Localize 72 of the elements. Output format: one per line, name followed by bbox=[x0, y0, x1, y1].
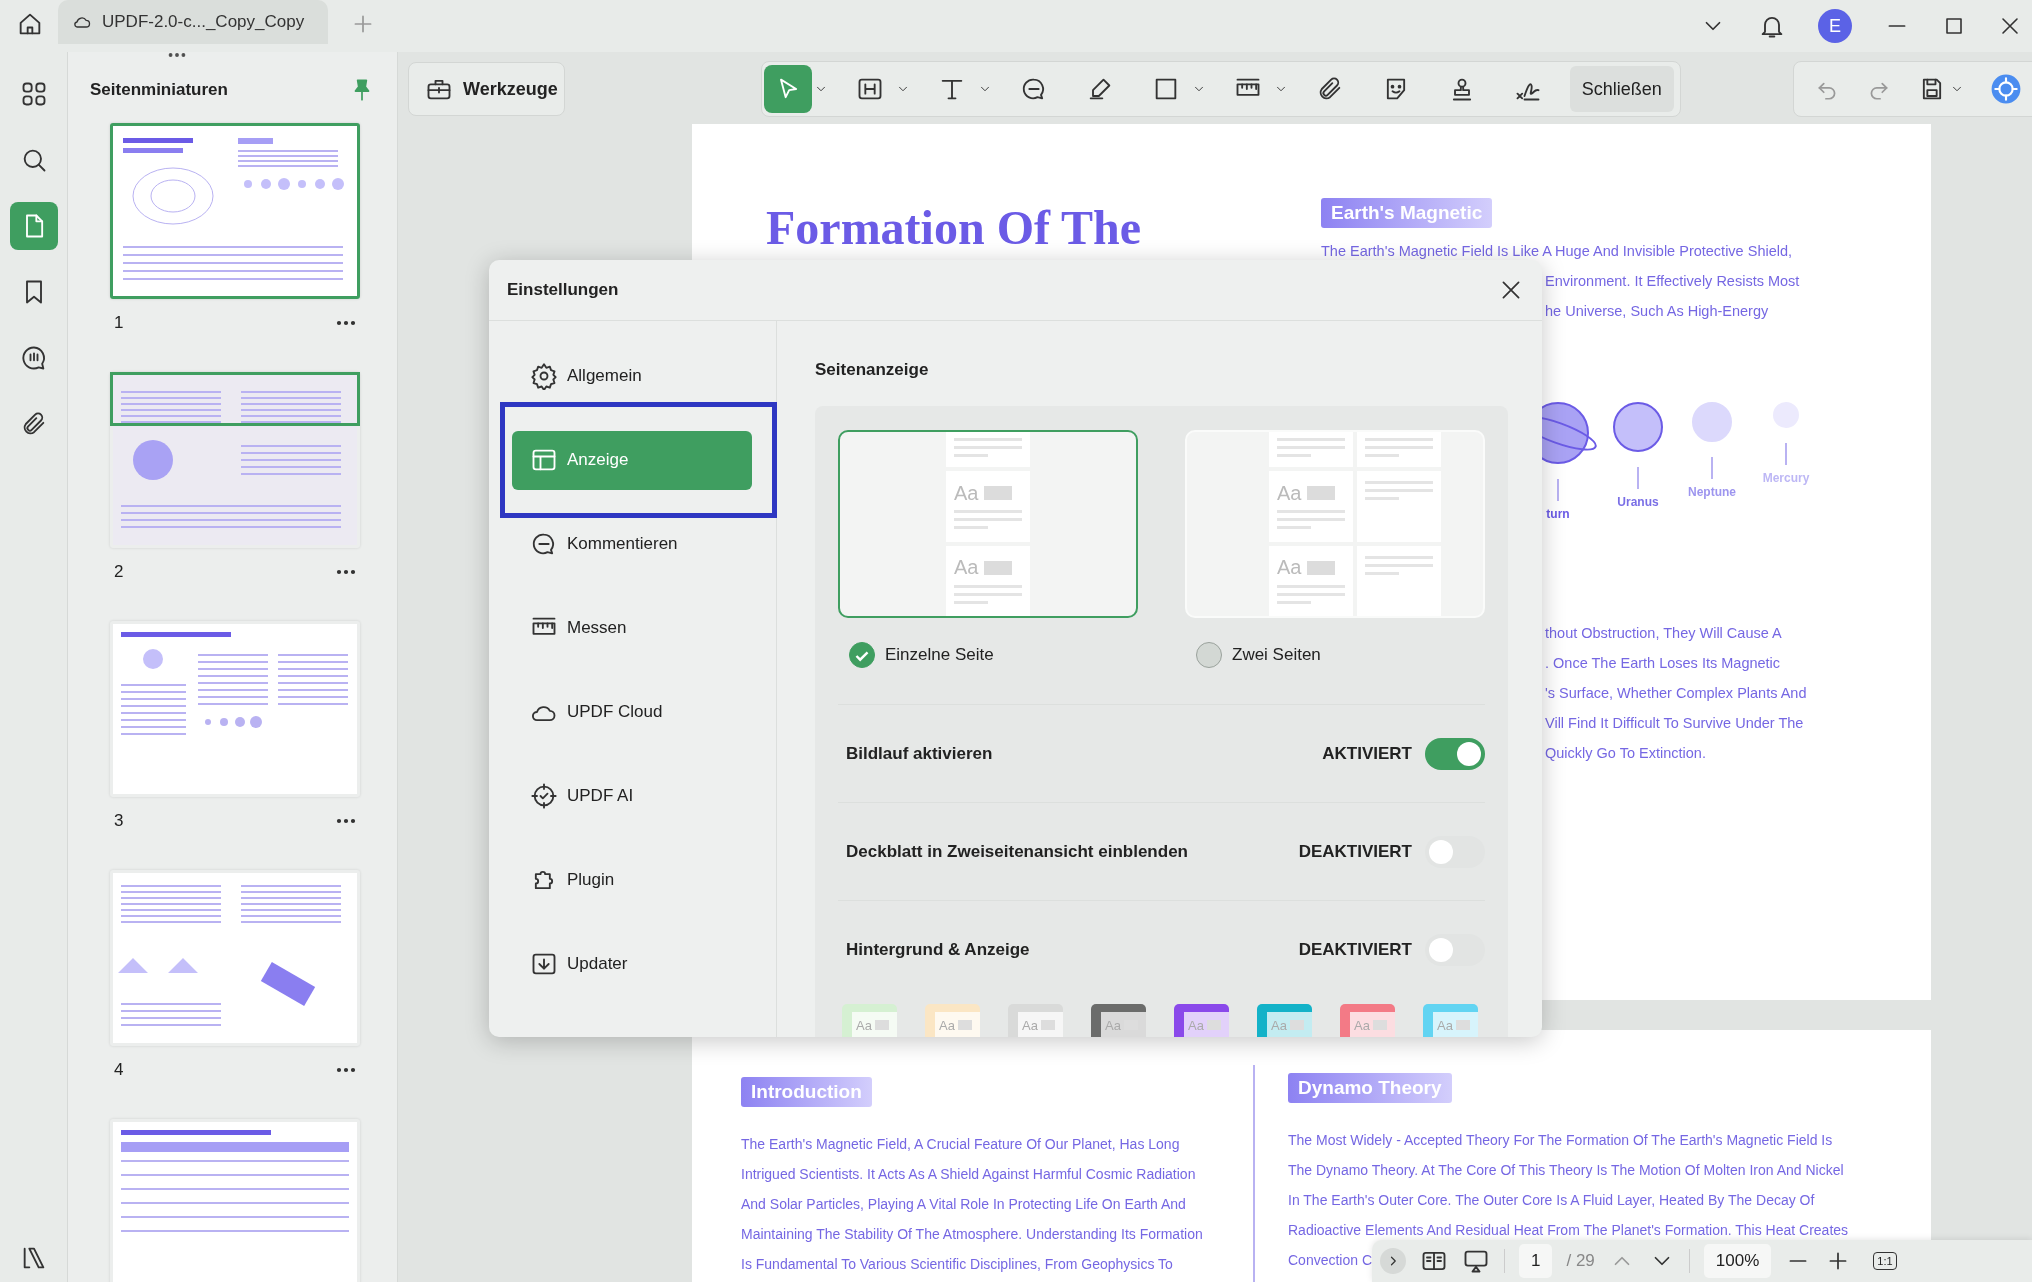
viewport-frame[interactable] bbox=[110, 372, 360, 426]
paragraph-line: In The Earth's Outer Core. The Outer Core Is A Fluid Layer, Heated By The Decay Of bbox=[1288, 1191, 1815, 1210]
page-count: / 29 bbox=[1566, 1251, 1595, 1271]
zoom-field[interactable]: 100% bbox=[1703, 1244, 1772, 1278]
page-thumbnail[interactable] bbox=[113, 126, 357, 296]
page-thumbnail[interactable] bbox=[113, 375, 357, 545]
actual-size-button[interactable]: 1:1 bbox=[1873, 1252, 1897, 1270]
user-avatar[interactable]: E bbox=[1818, 9, 1852, 43]
radio-button[interactable] bbox=[1196, 642, 1222, 668]
planet-label: Neptune bbox=[1688, 485, 1736, 499]
toggle-switch[interactable] bbox=[1425, 835, 1485, 868]
document-title: Formation Of The bbox=[766, 200, 1143, 255]
nav-item[interactable]: Messen bbox=[512, 598, 752, 658]
page-number: 2 bbox=[114, 562, 124, 582]
paragraph-line: Is Fundamental To Various Scientific Disciplines, From Geophysics To bbox=[741, 1255, 1173, 1274]
page-number: 4 bbox=[114, 1060, 124, 1080]
section-title: Seitenanzeige bbox=[815, 359, 930, 381]
paragraph-line: The Most Widely - Accepted Theory For The Formation Of The Earth's Magnetic Field Is bbox=[1288, 1131, 1833, 1150]
planet-label: Mercury bbox=[1762, 471, 1810, 485]
dialog-title: Einstellungen bbox=[507, 280, 620, 300]
page-thumbnail[interactable] bbox=[113, 1122, 357, 1282]
paragraph-line: Radioactive Elements And Residual Heat From The Planet's Formation. This Heat Creates bbox=[1288, 1221, 1849, 1240]
setting-label: Hintergrund & Anzeige bbox=[846, 939, 1031, 960]
paragraph-line: Vill Find It Difficult To Survive Under The bbox=[1545, 714, 1804, 733]
option-label: Einzelne Seite bbox=[885, 645, 994, 665]
setting-status: AKTIVIERT bbox=[1322, 743, 1412, 764]
paragraph-line: Environment. It Effectively Resists Most bbox=[1545, 272, 1800, 291]
page-number-field[interactable]: 1 bbox=[1519, 1244, 1553, 1278]
settings-icon bbox=[530, 362, 558, 390]
paragraph-line: The Earth's Magnetic Field, A Crucial Feature Of Our Planet, Has Long bbox=[741, 1135, 1180, 1154]
setting-status: DEAKTIVIERT bbox=[1298, 841, 1412, 862]
paragraph-line: And Solar Particles, Playing A Vital Role In Protecting Life On Earth And bbox=[741, 1195, 1186, 1214]
expand-button[interactable] bbox=[1380, 1248, 1406, 1274]
section-heading: Dynamo Theory bbox=[1288, 1073, 1452, 1103]
radio-button[interactable] bbox=[849, 642, 875, 668]
planet-label: turn bbox=[1546, 507, 1570, 521]
ai-assistant-icon[interactable] bbox=[1989, 73, 2022, 105]
setting-label: Bildlauf aktivieren bbox=[846, 743, 994, 764]
toggle-switch[interactable] bbox=[1425, 933, 1485, 966]
paragraph-line: The Earth's Magnetic Field Is Like A Huge And Invisible Protective Shield, bbox=[1321, 242, 1793, 261]
page-number: 1 bbox=[114, 313, 124, 333]
toggle-switch[interactable] bbox=[1425, 737, 1485, 770]
nav-item[interactable]: UPDF Cloud bbox=[512, 682, 752, 742]
page-thumbnail[interactable] bbox=[113, 624, 357, 794]
planet-label: Uranus bbox=[1617, 495, 1659, 509]
paragraph-line: The Dynamo Theory. At The Core Of This Theory Is The Motion Of Molten Iron And Nickel bbox=[1288, 1161, 1844, 1180]
nav-item[interactable]: Allgemein bbox=[512, 346, 752, 406]
option-label: Zwei Seiten bbox=[1232, 645, 1321, 665]
setting-status: DEAKTIVIERT bbox=[1298, 939, 1412, 960]
tools-button[interactable]: Werkzeuge bbox=[408, 62, 565, 116]
nav-item[interactable]: UPDF AI bbox=[512, 766, 752, 826]
comment-icon bbox=[19, 344, 48, 372]
paragraph-line: Maintaining The Stability Of The Atmosphere. Understanding Its Formation bbox=[741, 1225, 1203, 1244]
paragraph-line: 's Surface, Whether Complex Plants And bbox=[1545, 684, 1807, 703]
paragraph-line: Quickly Go To Extinction. bbox=[1545, 744, 1706, 763]
nav-item[interactable]: Updater bbox=[512, 934, 752, 994]
panel-title: Seitenminiaturen bbox=[90, 80, 229, 100]
nav-item[interactable]: Kommentieren bbox=[512, 514, 752, 574]
ai-icon bbox=[530, 782, 558, 810]
nav-item[interactable]: Plugin bbox=[512, 850, 752, 910]
close-button[interactable]: Schließen bbox=[1569, 66, 1674, 112]
section-heading: Earth's Magnetic bbox=[1321, 198, 1493, 228]
paragraph-line: Intrigued Scientists. It Acts As A Shield Against Harmful Cosmic Radiation bbox=[741, 1165, 1196, 1184]
paragraph-line: Convection C bbox=[1288, 1251, 1373, 1270]
section-heading: Introduction bbox=[741, 1077, 872, 1107]
paragraph-line: he Universe, Such As High-Energy bbox=[1545, 302, 1769, 321]
page-thumbnail[interactable] bbox=[113, 873, 357, 1043]
document-tab[interactable]: UPDF-2.0-c..._Copy_Copy bbox=[58, 0, 328, 44]
paragraph-line: thout Obstruction, They Will Cause A bbox=[1545, 624, 1782, 643]
setting-label: Deckblatt in Zweiseitenansicht einblenden bbox=[846, 841, 1189, 862]
page-number: 3 bbox=[114, 811, 124, 831]
paragraph-line: . Once The Earth Loses Its Magnetic bbox=[1545, 654, 1781, 673]
